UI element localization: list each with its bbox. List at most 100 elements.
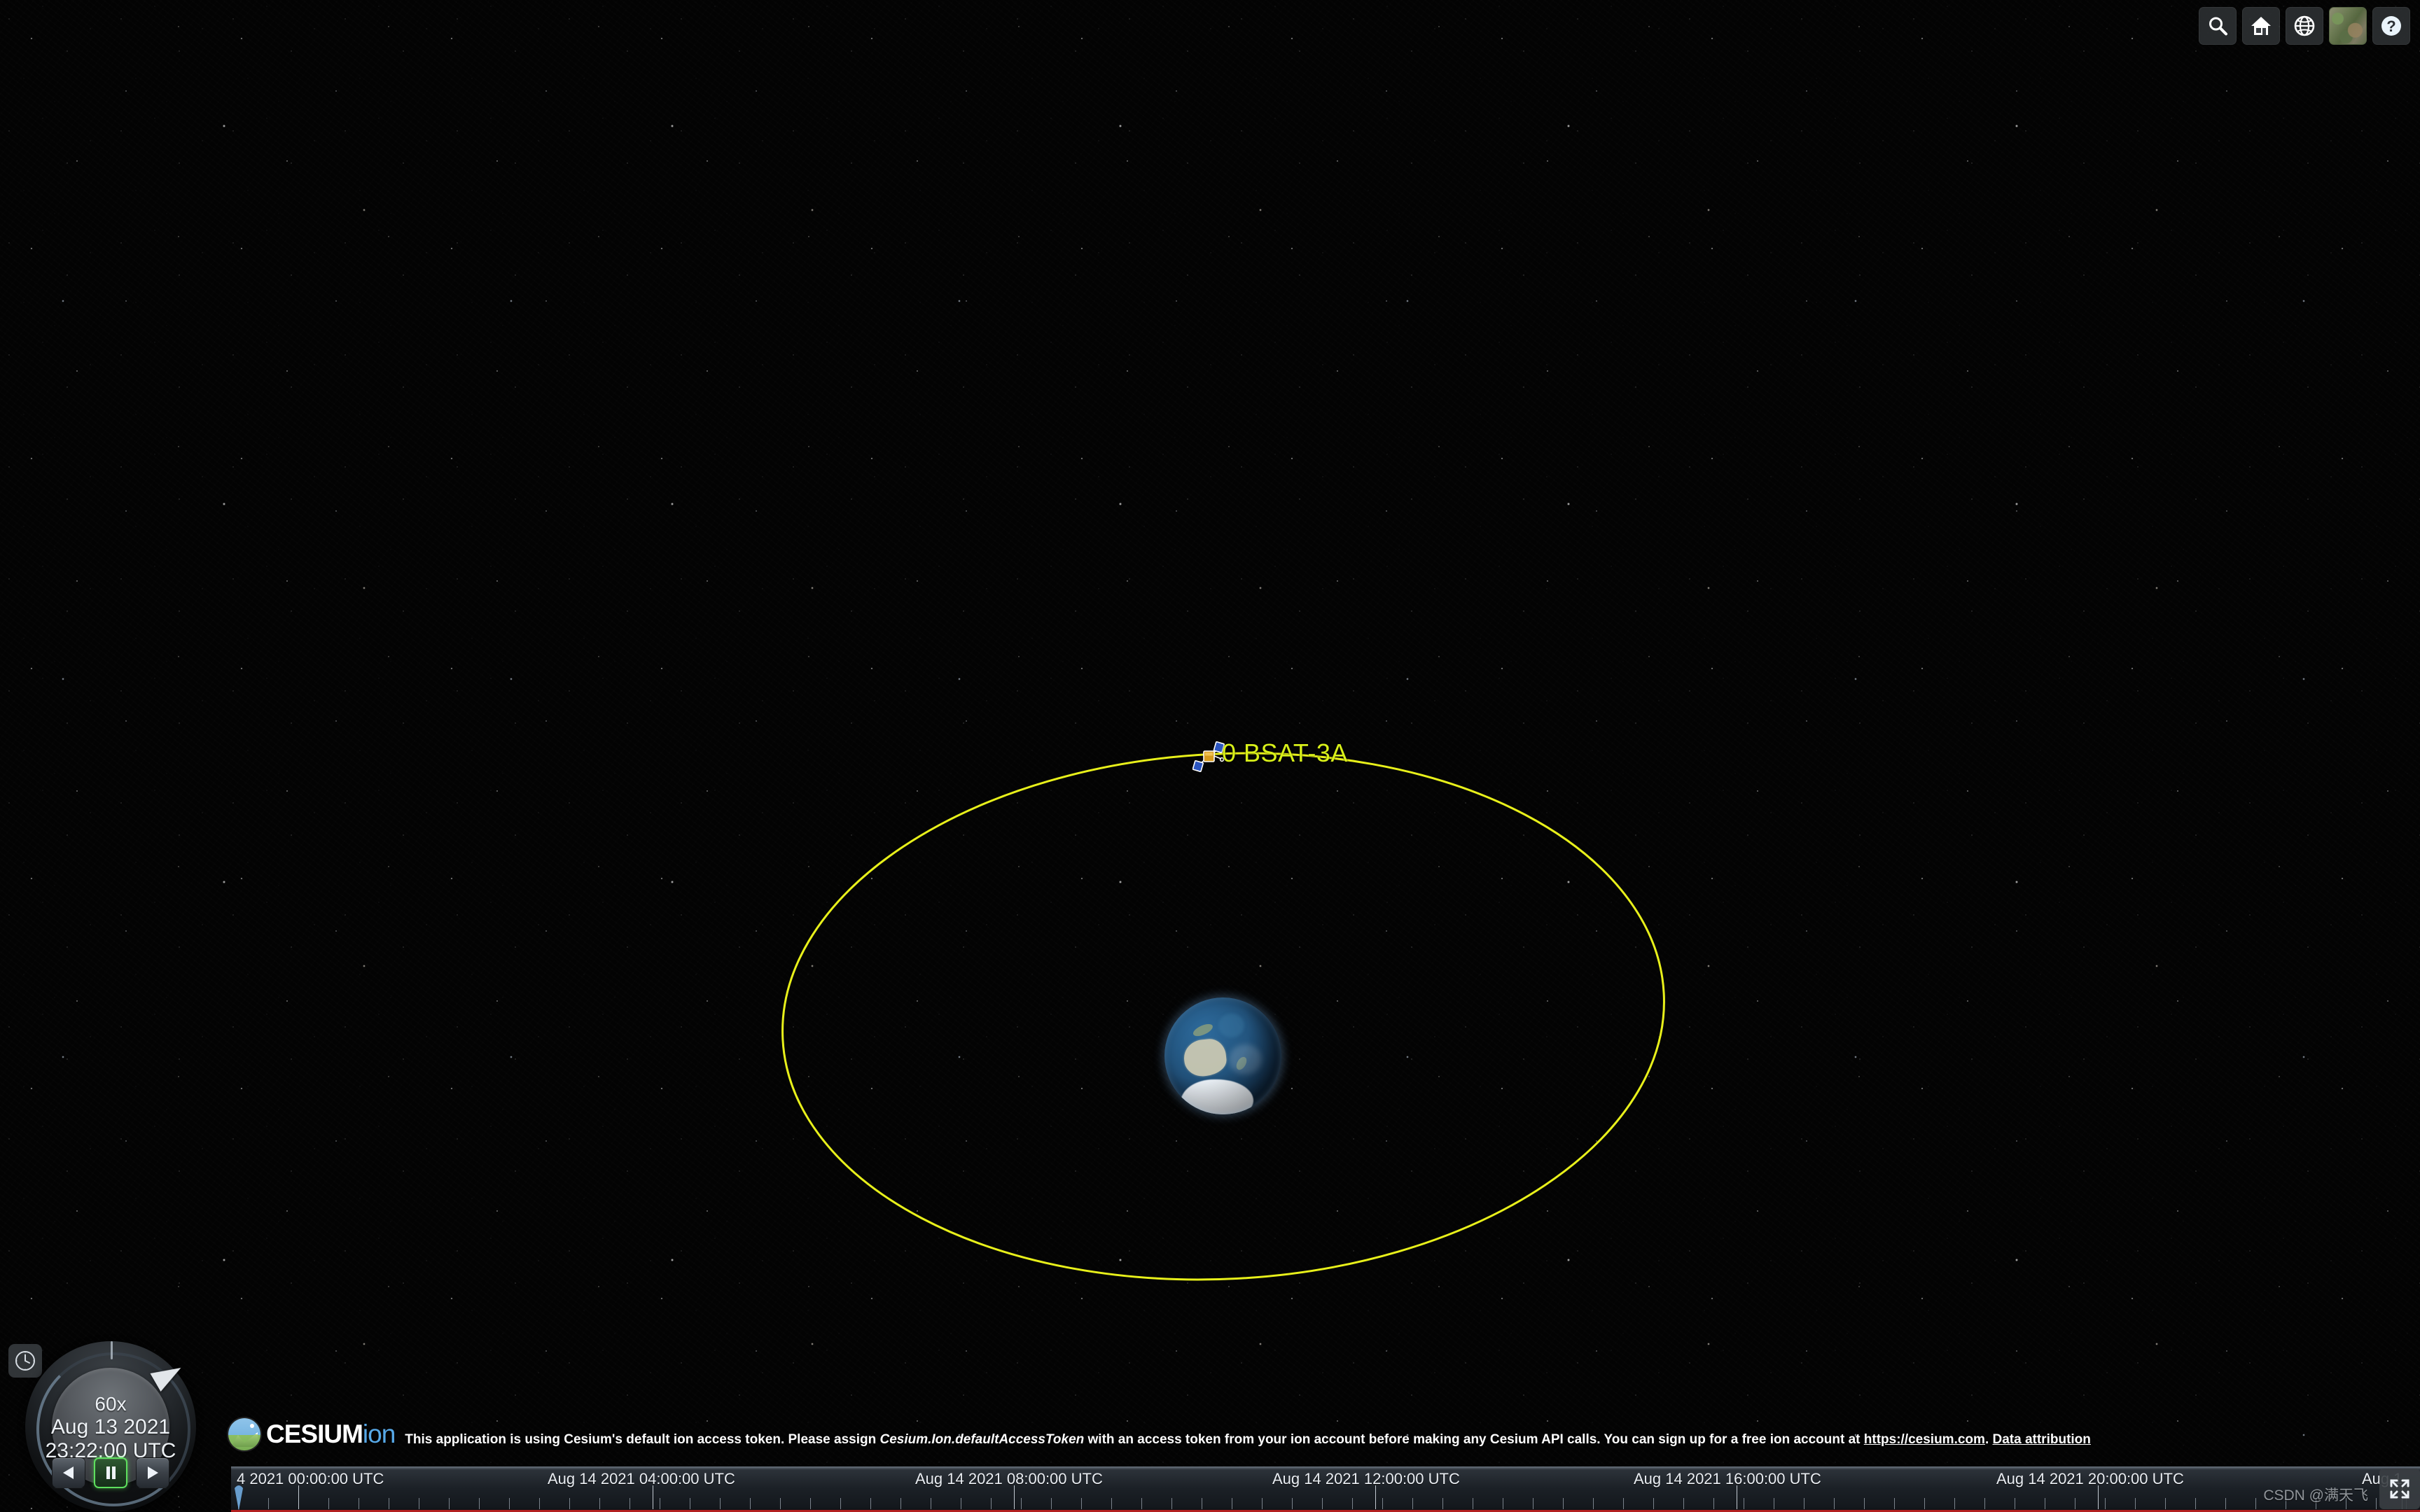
timeline-minor-tick xyxy=(1412,1498,1413,1509)
warning-text-part3: . xyxy=(1984,1432,1993,1447)
timeline-minor-tick xyxy=(2195,1498,2196,1509)
cesium-site-link[interactable]: https://cesium.com xyxy=(1864,1432,1985,1447)
timeline-minor-tick xyxy=(1292,1498,1293,1509)
timeline-major-tick xyxy=(1375,1485,1376,1509)
earth-globe[interactable] xyxy=(1164,997,1281,1114)
shuttle-ring-center-mark xyxy=(111,1341,113,1359)
imagery-thumbnail-icon xyxy=(2330,8,2366,44)
svg-text:?: ? xyxy=(2386,18,2395,35)
pause-icon xyxy=(106,1466,116,1479)
timeline-minor-tick xyxy=(1834,1498,1835,1509)
cesium-ion-logo[interactable]: CESIUMion xyxy=(228,1418,396,1450)
timeline-minor-tick xyxy=(1533,1498,1534,1509)
globe-icon xyxy=(2294,15,2315,36)
fullscreen-button[interactable] xyxy=(2379,1469,2420,1509)
cesium-globe-canvas[interactable]: 0 BSAT-3A xyxy=(0,0,2420,1512)
animation-widget[interactable]: 60x Aug 13 2021 23:22:00 UTC xyxy=(6,1331,216,1512)
data-attribution-link[interactable]: Data attribution xyxy=(1993,1432,2091,1447)
cesium-mark-icon xyxy=(228,1418,260,1450)
timeline-minor-tick xyxy=(1171,1498,1172,1509)
timeline-tick-label: Aug 14 2021 12:00:00 UTC xyxy=(1272,1470,1460,1488)
satellite-icon[interactable] xyxy=(1192,741,1225,773)
warning-text-part1: This application is using Cesium's defau… xyxy=(405,1432,880,1447)
question-mark-icon: ? xyxy=(2381,16,2401,36)
timeline-minor-tick xyxy=(1593,1498,1594,1509)
timeline-minor-tick xyxy=(1864,1498,1865,1509)
timeline-minor-tick xyxy=(268,1498,269,1509)
home-button[interactable] xyxy=(2242,7,2280,45)
timeline-minor-tick xyxy=(720,1498,721,1509)
atmosphere-glow xyxy=(1164,997,1281,1114)
satellite-label[interactable]: 0 BSAT-3A xyxy=(1222,738,1348,768)
timeline-labels: 4 2021 00:00:00 UTC Aug 14 2021 04:00:00 … xyxy=(231,1467,2420,1495)
timeline-minor-tick xyxy=(1683,1498,1684,1509)
timeline-minor-tick xyxy=(2135,1498,2136,1509)
timeline-minor-tick xyxy=(2255,1498,2256,1509)
play-forward-button[interactable] xyxy=(136,1457,169,1488)
timeline-tick-label: Aug 14 2021 08:00:00 UTC xyxy=(915,1470,1103,1488)
clock-button[interactable] xyxy=(8,1344,42,1378)
timeline-minor-tick xyxy=(810,1498,811,1509)
timeline-minor-tick xyxy=(1894,1498,1895,1509)
timeline-tick-label: 4 2021 00:00:00 UTC xyxy=(237,1470,384,1488)
animation-buttons xyxy=(52,1457,169,1488)
timeline-major-tick xyxy=(1014,1485,1015,1509)
scene-mode-button[interactable] xyxy=(2286,7,2323,45)
timeline-minor-tick xyxy=(509,1498,510,1509)
timeline-minor-tick xyxy=(1563,1498,1564,1509)
timeline-minor-tick xyxy=(539,1498,540,1509)
timeline-widget[interactable]: 4 2021 00:00:00 UTC Aug 14 2021 04:00:00 … xyxy=(231,1466,2420,1512)
cesium-wordmark-text: CESIUM xyxy=(266,1420,363,1448)
timeline-minor-tick xyxy=(1924,1498,1925,1509)
timeline-tick-label: Aug 14 2021 16:00:00 UTC xyxy=(1634,1470,1821,1488)
timeline-minor-tick xyxy=(750,1498,751,1509)
home-icon xyxy=(2251,17,2271,35)
fullscreen-expand-icon xyxy=(2390,1479,2409,1499)
token-variable-name: Cesium.Ion.defaultAccessToken xyxy=(879,1432,1085,1447)
timeline-minor-tick xyxy=(2376,1498,2377,1509)
clock-icon xyxy=(15,1351,35,1371)
search-icon xyxy=(2209,17,2227,36)
timeline-minor-tick xyxy=(1322,1498,1323,1509)
timeline-minor-tick xyxy=(870,1498,871,1509)
timeline-minor-tick xyxy=(599,1498,600,1509)
base-layer-picker-button[interactable] xyxy=(2329,7,2367,45)
timeline-minor-tick xyxy=(1382,1498,1383,1509)
timeline-minor-tick xyxy=(2225,1498,2226,1509)
navigation-help-button[interactable]: ? xyxy=(2372,7,2410,45)
timeline-minor-tick xyxy=(1111,1498,1112,1509)
timeline-minor-tick xyxy=(1954,1498,1955,1509)
timeline-minor-tick xyxy=(1141,1498,1142,1509)
timeline-minor-tick xyxy=(449,1498,450,1509)
timeline-minor-tick xyxy=(840,1498,841,1509)
timeline-minor-tick xyxy=(780,1498,781,1509)
timeline-minor-tick xyxy=(2165,1498,2166,1509)
timeline-minor-tick xyxy=(900,1498,901,1509)
ion-wordmark-text: ion xyxy=(362,1420,396,1448)
pause-button[interactable] xyxy=(94,1457,127,1488)
play-reverse-button[interactable] xyxy=(52,1457,85,1488)
timeline-tick-label: Aug 14 2021 20:00:00 UTC xyxy=(1996,1470,2184,1488)
timeline-minor-tick xyxy=(1623,1498,1624,1509)
play-forward-icon xyxy=(148,1466,158,1479)
timeline-minor-tick xyxy=(479,1498,480,1509)
timeline-minor-tick xyxy=(2105,1498,2106,1509)
csdn-watermark: CSDN @满天飞 xyxy=(2263,1488,2368,1504)
credit-display: CESIUMion This application is using Cesi… xyxy=(228,1418,2091,1450)
timeline-major-tick xyxy=(2098,1485,2099,1509)
cesium-ion-wordmark: CESIUMion xyxy=(266,1420,396,1448)
timeline-minor-tick xyxy=(1713,1498,1714,1509)
cesium-toolbar: ? xyxy=(2199,7,2410,45)
timeline-minor-tick xyxy=(1984,1498,1985,1509)
timeline-current-time-needle[interactable] xyxy=(234,1478,244,1511)
play-reverse-icon xyxy=(63,1466,74,1479)
timeline-minor-tick xyxy=(1021,1498,1022,1509)
warning-text-part2: with an access token from your ion accou… xyxy=(1084,1432,1864,1447)
geocoder-search-button[interactable] xyxy=(2199,7,2237,45)
default-token-warning: This application is using Cesium's defau… xyxy=(405,1432,2091,1450)
timeline-minor-tick xyxy=(1442,1498,1443,1509)
timeline-minor-tick xyxy=(569,1498,570,1509)
timeline-minor-tick xyxy=(1352,1498,1353,1509)
timeline-major-tick xyxy=(298,1485,299,1509)
timeline-minor-tick xyxy=(1051,1498,1052,1509)
